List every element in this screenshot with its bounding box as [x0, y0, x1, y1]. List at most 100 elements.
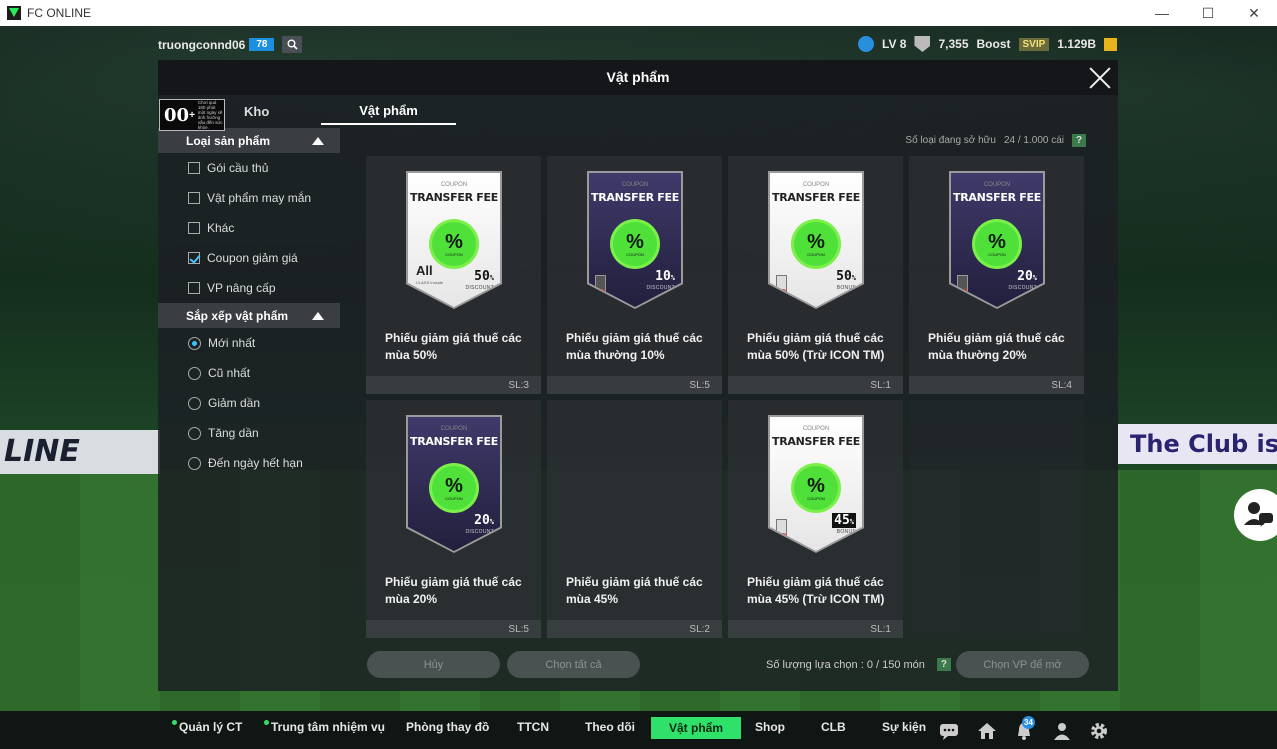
item-card[interactable]: Phiếu giảm giá thuế các mùa 45% SL:2 — [547, 400, 722, 638]
seal-text: COUPON — [807, 495, 825, 501]
radio[interactable] — [188, 366, 201, 380]
percent-seal-icon: % COUPON — [794, 222, 838, 266]
nav-ttcn[interactable]: TTCN — [517, 720, 549, 734]
coupon-transfer-fee: TRANSFER FEE — [410, 435, 498, 448]
sort-cu-nhat[interactable]: Cũ nhất — [158, 358, 340, 388]
profile-icon[interactable] — [1052, 721, 1072, 741]
coupon-small-label: COUPON — [802, 182, 830, 188]
cancel-button[interactable]: Hủy — [367, 651, 500, 678]
radio[interactable] — [188, 426, 201, 440]
nav-vat-pham[interactable]: Vật phẩm — [651, 717, 742, 739]
select-all-button[interactable]: Chọn tất cả — [507, 651, 640, 678]
checkbox[interactable] — [188, 192, 200, 204]
age-rating-plus: + — [189, 109, 195, 121]
close-window-button[interactable]: ✕ — [1231, 0, 1277, 26]
sort-label: Đến ngày hết hạn — [208, 456, 303, 470]
sort-label: Cũ nhất — [208, 366, 251, 380]
level-icon — [858, 36, 875, 52]
sort-den-ngay-het-han[interactable]: Đến ngày hết hạn — [158, 448, 340, 478]
nav-phong-thay-do[interactable]: Phòng thay đồ — [406, 720, 489, 734]
nav-clb[interactable]: CLB — [821, 720, 846, 734]
search-button[interactable] — [282, 36, 303, 53]
seal-text: COUPON — [807, 251, 825, 257]
item-name: Phiếu giảm giá thuế các mùa thường 20% — [928, 331, 1065, 362]
item-card[interactable]: COUPON TRANSFER FEE % COUPON 20% DISCOUNT… — [366, 400, 541, 638]
checkbox[interactable] — [188, 282, 200, 294]
sort-label: Giảm dần — [208, 396, 261, 410]
seal-text: COUPON — [626, 251, 644, 257]
value-unit: % — [849, 518, 854, 526]
coupon-small-label: COUPON — [621, 182, 649, 188]
user-level-badge: 78 — [249, 38, 275, 51]
filter-vat-pham-may-man[interactable]: Vật phẩm may mắn — [158, 183, 340, 213]
item-name: Phiếu giảm giá thuế các mùa thường 10% — [566, 331, 703, 362]
checkbox-checked[interactable] — [188, 252, 200, 264]
filter-coupon-giam-gia[interactable]: Coupon giảm giá — [158, 243, 340, 273]
radio-selected[interactable] — [188, 336, 201, 350]
support-chat-button[interactable] — [1234, 489, 1277, 541]
filter-vp-nang-cap[interactable]: VP nâng cấp — [158, 273, 340, 303]
home-icon[interactable] — [977, 721, 997, 741]
checkbox[interactable] — [188, 222, 200, 234]
nav-quan-ly-ct[interactable]: Quản lý CT — [172, 720, 242, 734]
nav-theo-doi[interactable]: Theo dõi — [585, 720, 635, 734]
seal-percent: % — [445, 474, 463, 497]
sort-giam-dan[interactable]: Giảm dần — [158, 388, 340, 418]
collapse-up-icon — [312, 136, 324, 145]
value-unit: % — [851, 274, 856, 282]
sort-moi-nhat[interactable]: Mới nhất — [158, 328, 340, 358]
new-dot-icon — [264, 720, 269, 725]
category-filter-header[interactable]: Loại sản phẩm — [158, 128, 340, 153]
points-value: 7,355 — [938, 37, 969, 51]
radio[interactable] — [188, 396, 201, 410]
restriction-icon — [957, 275, 968, 298]
filter-label: Vật phẩm may mắn — [207, 191, 312, 205]
new-dot-icon — [172, 720, 177, 725]
nav-su-kien[interactable]: Sự kiện — [882, 720, 926, 734]
filter-goi-cau-thu[interactable]: Gói cầu thủ — [158, 153, 340, 183]
sort-title: Sắp xếp vật phẩm — [186, 308, 289, 323]
settings-icon[interactable] — [1089, 721, 1109, 741]
value-number: 50 — [474, 269, 490, 284]
coupon-value: 10% — [655, 269, 675, 284]
item-qty: SL:1 — [870, 380, 891, 391]
item-grid: COUPON TRANSFER FEE % COUPON All CLASS Inc… — [366, 156, 1086, 638]
tab-kho[interactable]: Kho — [244, 104, 269, 119]
tab-vat-pham[interactable]: Vật phẩm — [321, 103, 456, 125]
item-card[interactable]: COUPON TRANSFER FEE % COUPON 50% BONUS Ph… — [728, 156, 903, 394]
item-card[interactable]: COUPON TRANSFER FEE % COUPON 20% DISCOUNT… — [909, 156, 1084, 394]
coupon-value: 20% — [1017, 269, 1037, 284]
value-number: 45 — [834, 513, 850, 528]
points-shield-icon — [914, 36, 931, 52]
coupon-image: COUPON TRANSFER FEE % COUPON 50% BONUS — [770, 173, 862, 307]
item-qty: SL:1 — [870, 624, 891, 635]
nav-trung-tam-nhiem-vu[interactable]: Trung tâm nhiệm vụ — [264, 720, 385, 734]
nav-shop[interactable]: Shop — [755, 720, 785, 734]
item-card[interactable]: COUPON TRANSFER FEE % COUPON 10% DISCOUNT… — [547, 156, 722, 394]
coupon-image: COUPON TRANSFER FEE % COUPON 20% DISCOUNT — [408, 417, 500, 551]
user-chat-icon — [1244, 502, 1273, 527]
sort-header[interactable]: Sắp xếp vật phẩm — [158, 303, 340, 328]
choose-vp-button[interactable]: Chọn VP để mở — [956, 651, 1089, 678]
sort-label: Mới nhất — [208, 336, 256, 350]
item-card[interactable]: COUPON TRANSFER FEE % COUPON All CLASS Inc… — [366, 156, 541, 394]
value-unit: % — [670, 274, 675, 282]
coupon-value: 50% — [836, 269, 856, 284]
sort-tang-dan[interactable]: Tăng dần — [158, 418, 340, 448]
help-icon[interactable]: ? — [936, 658, 951, 671]
maximize-button[interactable]: ☐ — [1185, 0, 1231, 26]
checkbox[interactable] — [188, 162, 200, 174]
chat-icon[interactable] — [939, 721, 959, 741]
all-class-label: All CLASS Include — [416, 264, 443, 289]
items-panel: Vật phẩm 00 + Chơi quá 180 phút một ngày … — [158, 60, 1118, 691]
seal-percent: % — [988, 230, 1006, 253]
radio[interactable] — [188, 456, 201, 470]
help-icon[interactable]: ? — [1072, 134, 1086, 147]
close-panel-button[interactable] — [1088, 66, 1112, 90]
value-number: 20 — [1017, 269, 1033, 284]
boost-label[interactable]: Boost — [977, 37, 1011, 51]
percent-seal-icon: % COUPON — [975, 222, 1019, 266]
item-card[interactable]: COUPON TRANSFER FEE % COUPON 45% BONUS Ph… — [728, 400, 903, 638]
minimize-button[interactable]: — — [1139, 0, 1185, 26]
filter-khac[interactable]: Khác — [158, 213, 340, 243]
